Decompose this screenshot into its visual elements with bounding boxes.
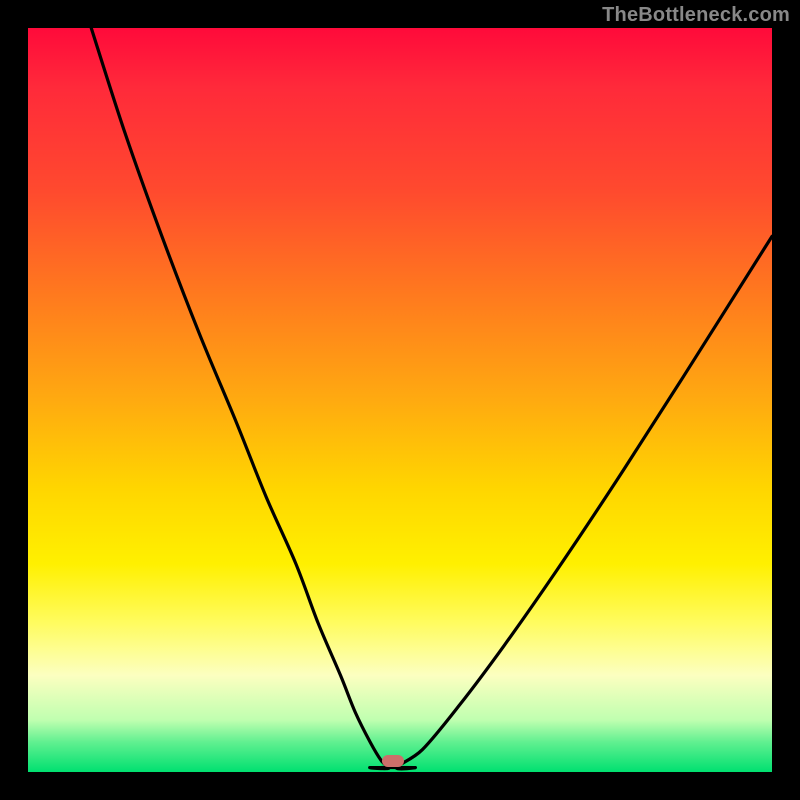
optimal-marker bbox=[382, 755, 404, 767]
watermark-text: TheBottleneck.com bbox=[602, 4, 790, 27]
bottleneck-curve bbox=[28, 28, 772, 772]
chart-frame: TheBottleneck.com bbox=[0, 0, 800, 800]
plot-area bbox=[28, 28, 772, 772]
